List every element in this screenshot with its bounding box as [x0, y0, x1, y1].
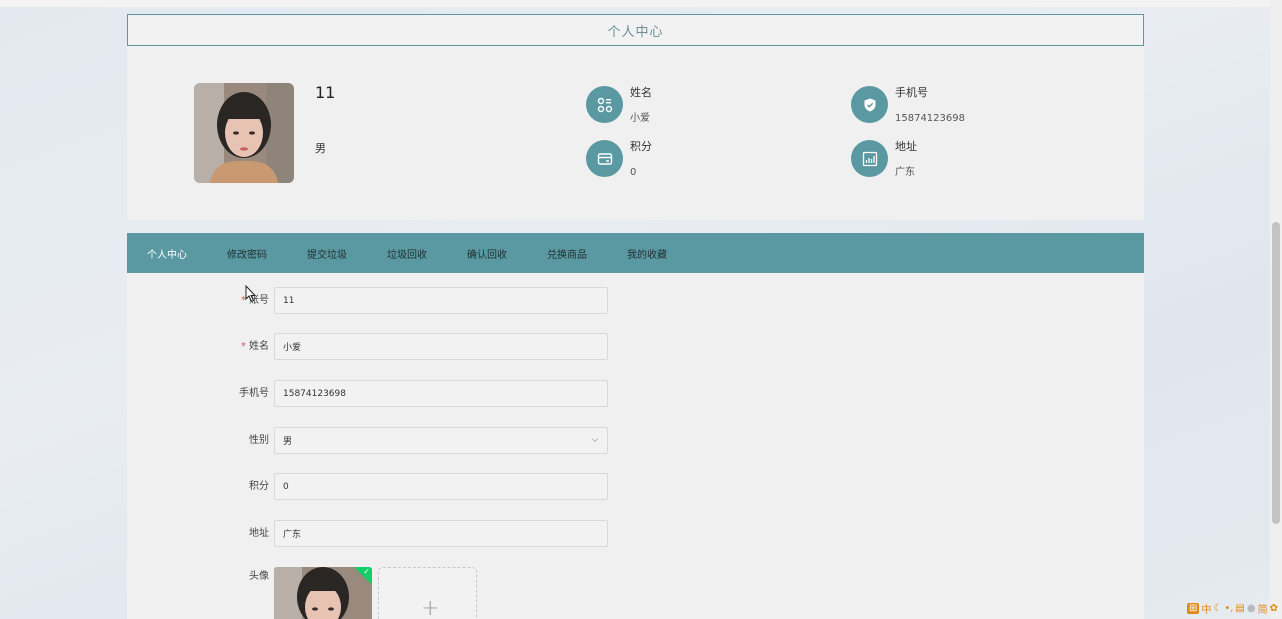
profile-username: 11 [315, 83, 336, 102]
gender-label: 性别 [249, 435, 269, 446]
tab-change-password[interactable]: 修改密码 [227, 246, 267, 261]
address-input[interactable] [274, 520, 608, 547]
info-points-value: 0 [630, 167, 637, 178]
form-row-name: * 姓名 [127, 333, 609, 360]
scrollbar-thumb[interactable] [1272, 222, 1280, 524]
wallet-icon [586, 140, 623, 177]
ime-logo-icon: ⊞ [1186, 603, 1200, 614]
tab-exchange-goods[interactable]: 兑换商品 [547, 246, 587, 261]
profile-gender: 男 [315, 142, 326, 155]
ime-toolbar: ⊞ 中 ☾ •, ▤ ● 简 ✿ [1186, 601, 1278, 616]
tab-profile[interactable]: 个人中心 [147, 246, 187, 261]
info-address: 地址 广东 [851, 140, 917, 179]
form-row-points: 积分 [127, 473, 609, 500]
tab-my-favorites[interactable]: 我的收藏 [627, 246, 667, 261]
gender-select[interactable] [274, 427, 608, 454]
address-label: 地址 [249, 528, 269, 539]
chevron-down-icon [591, 438, 599, 443]
keyboard-icon[interactable]: ▤ [1235, 603, 1244, 614]
profile-avatar [194, 83, 294, 183]
form-row-gender: 性别 [127, 427, 609, 454]
info-points-label: 积分 [630, 140, 652, 153]
points-input[interactable] [274, 473, 608, 500]
page-title: 个人中心 [607, 24, 664, 40]
required-mark: * [241, 341, 246, 352]
gear-icon[interactable]: ✿ [1270, 603, 1278, 614]
plus-icon: + [421, 596, 440, 619]
account-input[interactable] [274, 287, 608, 314]
cursor-icon [245, 285, 257, 303]
main-container: 个人中心 11 男 姓名 小爱 积分 0 手机号 15874123698 地址 … [127, 7, 1144, 619]
info-phone-label: 手机号 [895, 86, 928, 99]
shield-icon [851, 86, 888, 123]
phone-label: 手机号 [239, 388, 269, 399]
points-label: 积分 [249, 481, 269, 492]
page-title-bar: 个人中心 [127, 14, 1144, 46]
info-phone-value: 15874123698 [895, 113, 965, 124]
info-address-label: 地址 [895, 140, 917, 153]
info-address-value: 广东 [895, 167, 915, 178]
ime-simplified-mode[interactable]: 简 [1258, 601, 1268, 616]
ime-chinese-mode[interactable]: 中 [1201, 601, 1211, 616]
punctuation-icon[interactable]: •, [1224, 603, 1233, 614]
avatar-thumbnail[interactable]: ✓ [274, 567, 372, 619]
name-label: * 姓名 [241, 341, 269, 352]
info-name-value: 小爱 [630, 113, 650, 124]
tab-confirm-recycling[interactable]: 确认回收 [467, 246, 507, 261]
form-row-address: 地址 [127, 520, 609, 547]
tab-bar: 个人中心 修改密码 提交垃圾 垃圾回收 确认回收 兑换商品 我的收藏 [127, 233, 1144, 273]
profile-form: *账号 *姓名 手机号 性别 积分 地址 头像 [127, 273, 1144, 619]
user-icon[interactable]: ● [1247, 603, 1256, 614]
check-icon: ✓ [363, 567, 370, 576]
info-points: 积分 0 [586, 140, 652, 179]
avatar-label: 头像 [249, 571, 269, 582]
page-scrollbar[interactable] [1270, 0, 1282, 619]
name-input[interactable] [274, 333, 608, 360]
avatar-upload-button[interactable]: + [378, 567, 477, 619]
tab-garbage-recycling[interactable]: 垃圾回收 [387, 246, 427, 261]
tab-submit-garbage[interactable]: 提交垃圾 [307, 246, 347, 261]
info-name: 姓名 小爱 [586, 86, 652, 125]
moon-icon[interactable]: ☾ [1213, 603, 1222, 614]
info-phone: 手机号 15874123698 [851, 86, 965, 125]
info-name-label: 姓名 [630, 86, 652, 99]
form-row-account: * 账号 [127, 287, 609, 314]
form-row-phone: 手机号 [127, 380, 609, 407]
apps-icon [586, 86, 623, 123]
chart-icon [851, 140, 888, 177]
profile-panel: 11 男 姓名 小爱 积分 0 手机号 15874123698 地址 广东 [127, 46, 1144, 220]
browser-top-strip [0, 0, 1282, 7]
phone-input[interactable] [274, 380, 608, 407]
